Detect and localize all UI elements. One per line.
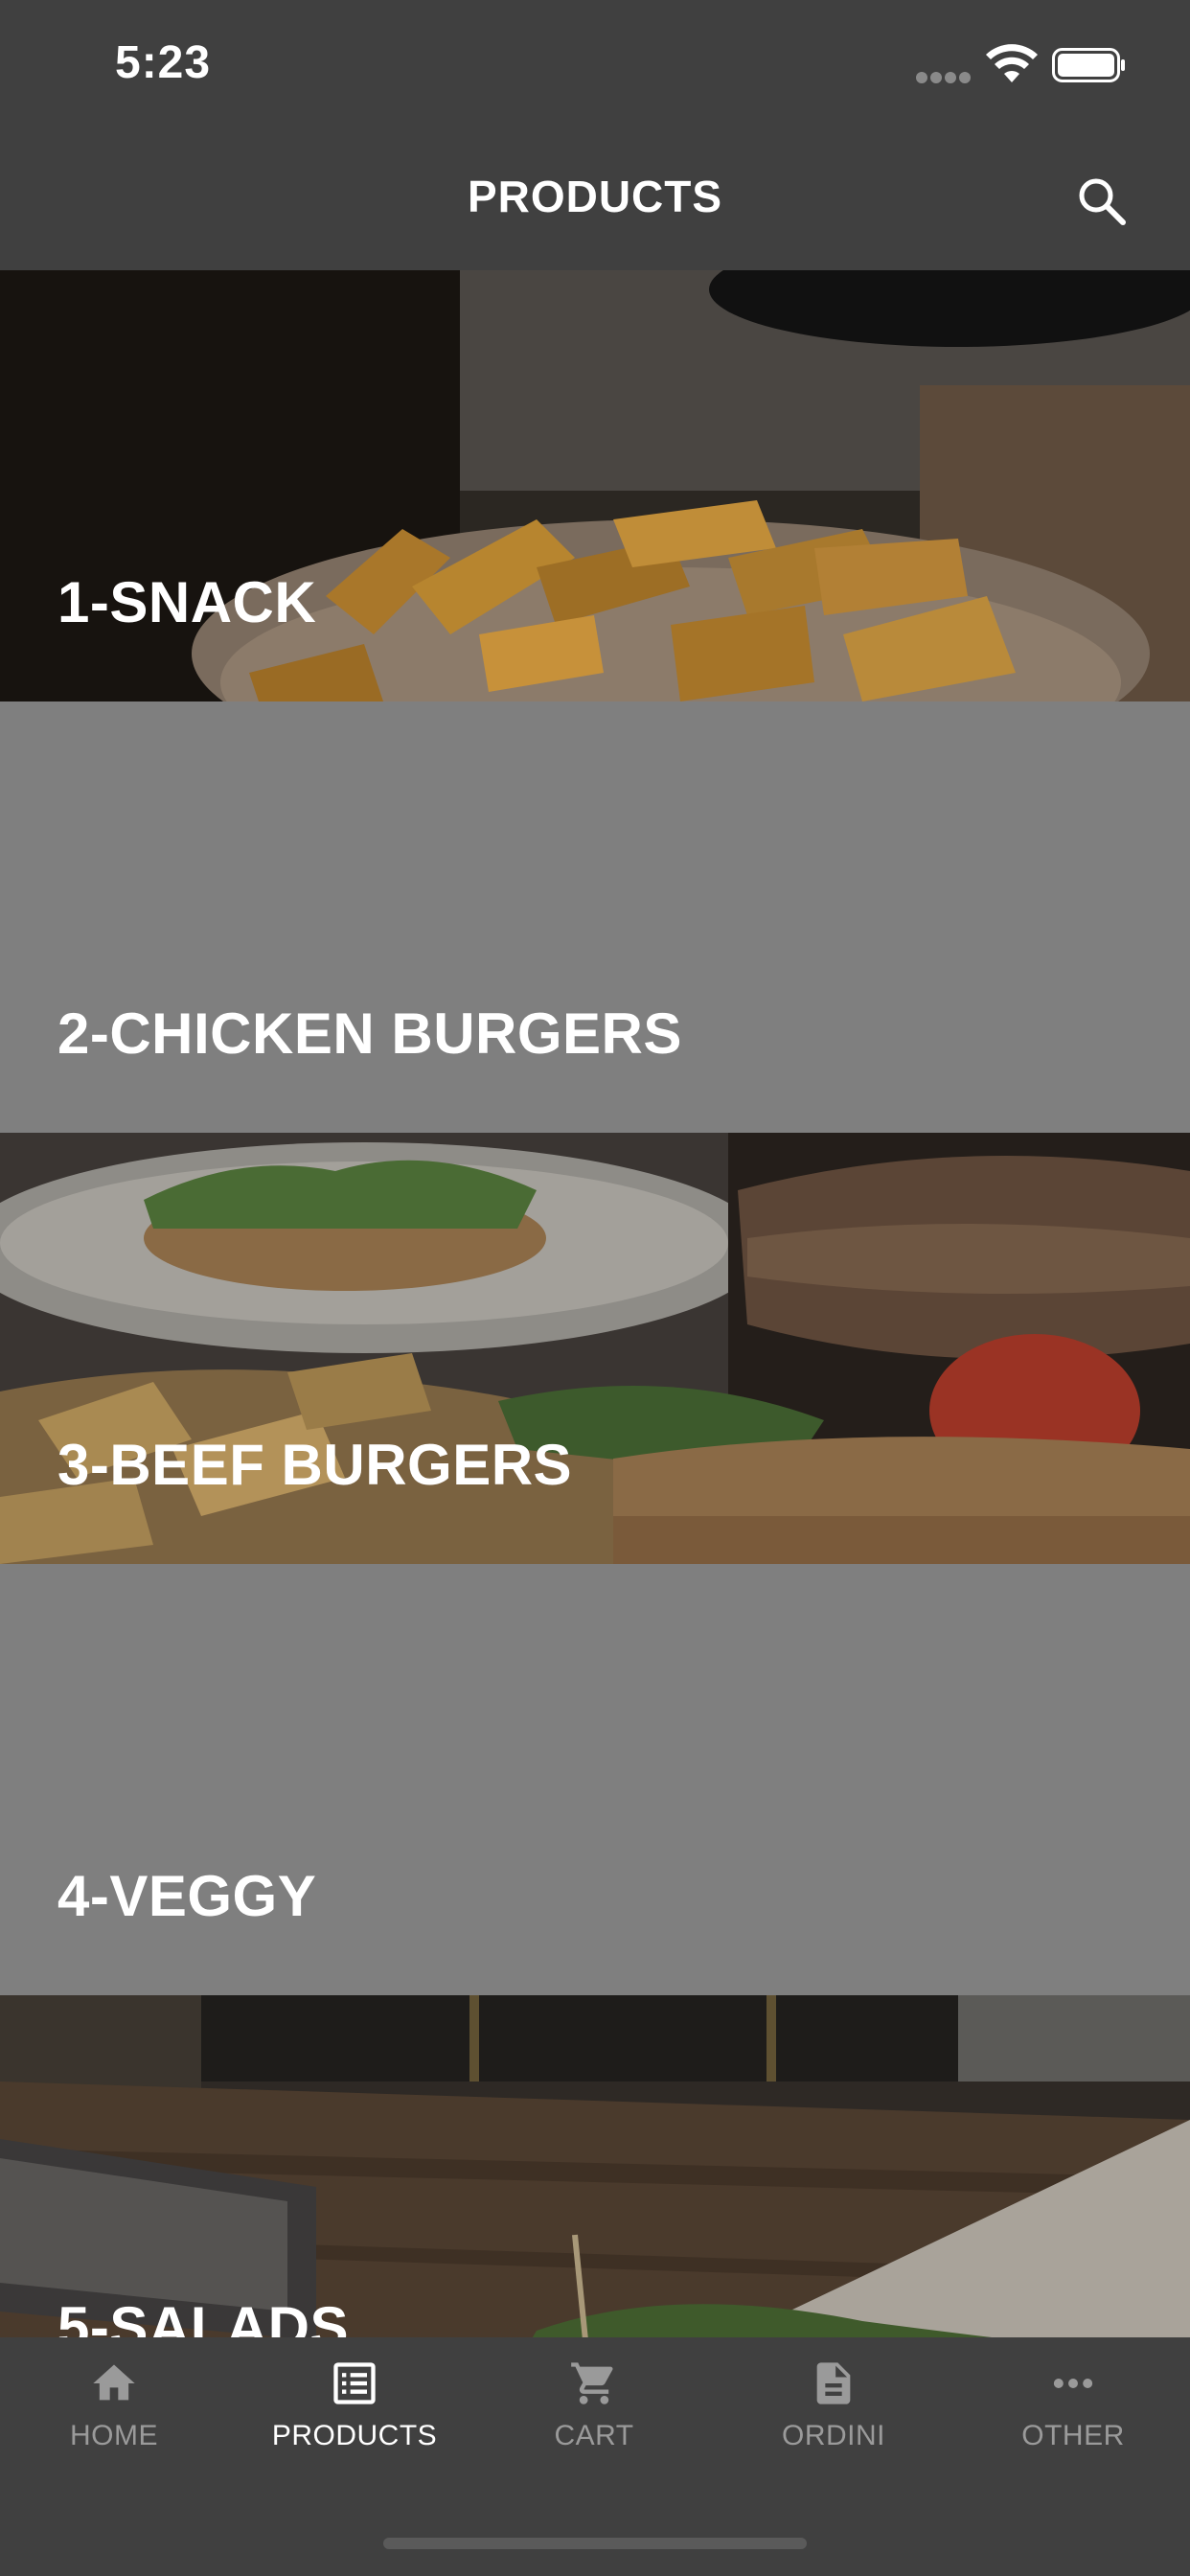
category-photo-salads [0, 1995, 1190, 2337]
category-salads[interactable]: 5-SALADS [0, 1995, 1190, 2337]
battery-icon [1052, 48, 1125, 82]
category-label: 5-SALADS [57, 2295, 350, 2337]
tab-label: PRODUCTS [271, 2420, 438, 2451]
tab-label: OTHER [1021, 2420, 1125, 2451]
category-label: 4-VEGGY [57, 1864, 317, 1928]
status-bar: 5:23 [0, 0, 1190, 134]
page-title: PRODUCTS [467, 172, 723, 221]
tab-products[interactable]: PRODUCTS [235, 2358, 474, 2473]
category-label: 1-SNACK [57, 570, 317, 634]
category-label: 2-CHICKEN BURGERS [57, 1001, 682, 1066]
tab-home[interactable]: HOME [0, 2358, 234, 2473]
wifi-icon [986, 44, 1038, 82]
category-label: 3-BEEF BURGERS [57, 1433, 573, 1497]
tab-ordini[interactable]: ORDINI [714, 2358, 953, 2473]
category-veggy[interactable]: 4-VEGGY [0, 1564, 1190, 1995]
category-beef-burgers[interactable]: 3-BEEF BURGERS [0, 1133, 1190, 1564]
tab-other[interactable]: OTHER [953, 2358, 1190, 2473]
tab-label: HOME [70, 2420, 158, 2451]
navigation-bar: PRODUCTS [0, 134, 1190, 270]
category-chicken-burgers[interactable]: 2-CHICKEN BURGERS [0, 702, 1190, 1133]
search-icon[interactable] [1073, 172, 1131, 230]
status-time: 5:23 [115, 37, 212, 88]
home-icon [93, 2364, 135, 2401]
document-icon [816, 2362, 851, 2404]
category-snack[interactable]: 1-SNACK [0, 270, 1190, 702]
tab-label: ORDINI [782, 2420, 885, 2451]
home-indicator [383, 2538, 807, 2549]
category-photo-beef-burgers [0, 1133, 1190, 1564]
more-icon [1053, 2379, 1093, 2388]
cellular-signal-icon [916, 71, 973, 83]
tab-label: CART [554, 2420, 634, 2451]
category-list: 1-SNACK 2-CHICKEN BURGERS 3-BEEF BURGERS [0, 270, 1190, 2337]
list-icon [333, 2362, 376, 2404]
tab-cart[interactable]: CART [474, 2358, 714, 2473]
cart-icon [571, 2362, 613, 2404]
category-photo-snack [0, 270, 1190, 702]
